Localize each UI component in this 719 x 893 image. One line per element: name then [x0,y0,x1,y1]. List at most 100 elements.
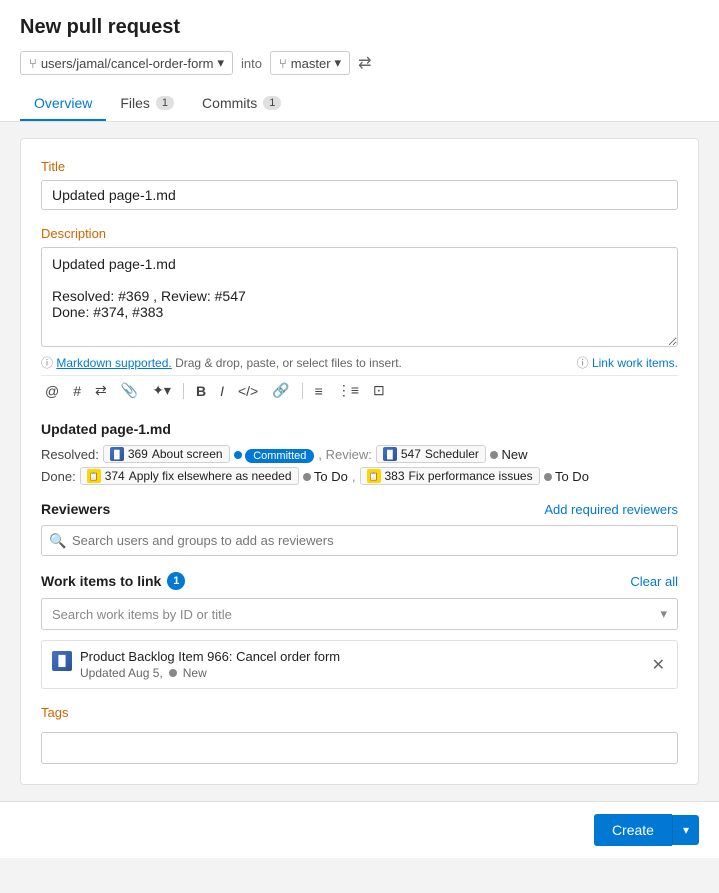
committed-status: Committed [234,447,315,462]
reviewers-section-header: Reviewers Add required reviewers [41,501,678,517]
tab-files-badge: 1 [156,96,174,110]
toolbar-list-btn[interactable]: ≡ [311,381,327,401]
swap-branches-icon[interactable]: ⇄ [358,53,371,73]
title-label: Title [41,159,678,174]
work-items-search-chevron: ▾ [660,606,667,622]
linked-item-details: Product Backlog Item 966: Cancel order f… [80,649,340,680]
reviewers-search-icon: 🔍 [49,532,66,549]
done-row: Done: 📋 374 Apply fix elsewhere as neede… [41,467,678,485]
source-branch-chevron: ▾ [217,55,224,71]
separator-done: , [352,469,356,484]
toolbar-code-btn[interactable]: </> [234,381,262,401]
editor-toolbar: @ # ⇄ 📎 ✦▾ B I </> 🔗 ≡ ⋮≡ ⊡ [41,375,678,405]
work-item-chip-547[interactable]: ▐▌ 547 Scheduler [376,445,486,463]
tags-input[interactable] [41,732,678,764]
footer-bar: Create ▾ [0,801,719,858]
status-dot-todo-383 [544,473,552,481]
new-label-547: New [502,447,528,462]
work-item-id-383: 383 [385,469,405,483]
work-items-search-dropdown[interactable]: Search work items by ID or title ▾ [41,598,678,630]
target-branch-icon: ⑂ [279,56,287,71]
description-textarea[interactable]: Updated page-1.md Resolved: #369 , Revie… [41,247,678,347]
new-status-review: New [490,447,528,462]
target-branch-selector[interactable]: ⑂ master ▾ [270,51,350,75]
work-items-count-badge: 1 [167,572,185,590]
tab-commits-badge: 1 [263,96,281,110]
create-button[interactable]: Create [594,814,672,846]
tab-files-label: Files [120,95,150,111]
remove-work-item-button[interactable]: ✕ [650,653,667,677]
tab-files[interactable]: Files 1 [106,87,188,121]
todo-label-383: To Do [555,469,589,484]
tab-commits[interactable]: Commits 1 [188,87,295,121]
clear-all-link[interactable]: Clear all [630,574,678,589]
toolbar-mention-btn[interactable]: @ [41,381,63,401]
toolbar-emoji-btn[interactable]: ✦▾ [148,380,175,401]
source-branch-label: users/jamal/cancel-order-form [41,56,214,71]
tab-overview-label: Overview [34,95,92,111]
reviewers-search-input[interactable] [41,525,678,556]
work-item-title-369: About screen [152,447,223,461]
preview-section: Updated page-1.md Resolved: ▐▌ 369 About… [41,421,678,485]
work-items-title: Work items to link 1 [41,572,185,590]
resolved-row: Resolved: ▐▌ 369 About screen Committed … [41,445,678,463]
separator-review: , Review: [318,447,371,462]
todo-label-374: To Do [314,469,348,484]
work-item-id-374: 374 [105,469,125,483]
description-label: Description [41,226,678,241]
todo-status-383: To Do [544,469,589,484]
target-branch-label: master [291,56,331,71]
work-item-icon-374: 📋 [87,469,101,483]
linked-item-icon: ▐▌ [52,651,72,671]
work-items-search-wrap: Search work items by ID or title ▾ [41,598,678,630]
add-required-reviewers-link[interactable]: Add required reviewers [544,502,678,517]
markdown-link[interactable]: Markdown supported. [56,356,171,370]
work-item-title-374: Apply fix elsewhere as needed [129,469,292,483]
tab-overview[interactable]: Overview [20,87,106,121]
toolbar-attach-btn[interactable]: 📎 [117,380,142,401]
toolbar-task-list-btn[interactable]: ⊡ [369,380,389,401]
work-item-chip-374[interactable]: 📋 374 Apply fix elsewhere as needed [80,467,299,485]
tags-section: Tags [41,705,678,764]
work-item-title-547: Scheduler [425,447,479,461]
linked-item-info: ▐▌ Product Backlog Item 966: Cancel orde… [52,649,340,680]
toolbar-ordered-list-btn[interactable]: ⋮≡ [333,380,363,401]
work-item-id-547: 547 [401,447,421,461]
markdown-hint: ⓘ Markdown supported. Drag & drop, paste… [41,354,402,371]
branch-bar: ⑂ users/jamal/cancel-order-form ▾ into ⑂… [20,51,699,75]
work-item-chip-383[interactable]: 📋 383 Fix performance issues [360,467,540,485]
linked-item-status-dot [169,669,177,677]
toolbar-hash-btn[interactable]: # [69,381,85,401]
work-item-id-369: 369 [128,447,148,461]
tab-commits-label: Commits [202,95,257,111]
linked-item-meta: Updated Aug 5, New [80,666,340,680]
toolbar-bold-btn[interactable]: B [192,381,210,401]
title-input[interactable] [41,180,678,210]
link-work-items-label[interactable]: Link work items. [592,356,678,370]
source-branch-icon: ⑂ [29,56,37,71]
work-item-chip-369[interactable]: ▐▌ 369 About screen [103,445,230,463]
target-branch-chevron: ▾ [335,55,342,71]
todo-status-374: To Do [303,469,348,484]
work-item-icon-383: 📋 [367,469,381,483]
source-branch-selector[interactable]: ⑂ users/jamal/cancel-order-form ▾ [20,51,233,75]
tab-bar: Overview Files 1 Commits 1 [20,87,699,121]
link-work-items[interactable]: ⓘ Link work items. [577,354,678,371]
linked-item-status: New [183,666,207,680]
markdown-bar: ⓘ Markdown supported. Drag & drop, paste… [41,354,678,371]
committed-label: Committed [245,449,314,463]
into-text: into [241,56,262,71]
work-item-title-383: Fix performance issues [409,469,533,483]
resolved-label: Resolved: [41,447,99,462]
toolbar-pr-btn[interactable]: ⇄ [91,380,111,401]
status-dot-todo-374 [303,473,311,481]
work-items-title-label: Work items to link [41,573,161,589]
work-items-search-placeholder: Search work items by ID or title [52,607,232,622]
toolbar-italic-btn[interactable]: I [216,381,228,401]
preview-title: Updated page-1.md [41,421,678,437]
linked-item-updated: Updated Aug 5, [80,666,163,680]
drag-drop-hint: Drag & drop, paste, or select files to i… [175,356,402,370]
create-dropdown-button[interactable]: ▾ [672,815,699,845]
toolbar-link-btn[interactable]: 🔗 [268,380,293,401]
linked-work-item: ▐▌ Product Backlog Item 966: Cancel orde… [41,640,678,689]
